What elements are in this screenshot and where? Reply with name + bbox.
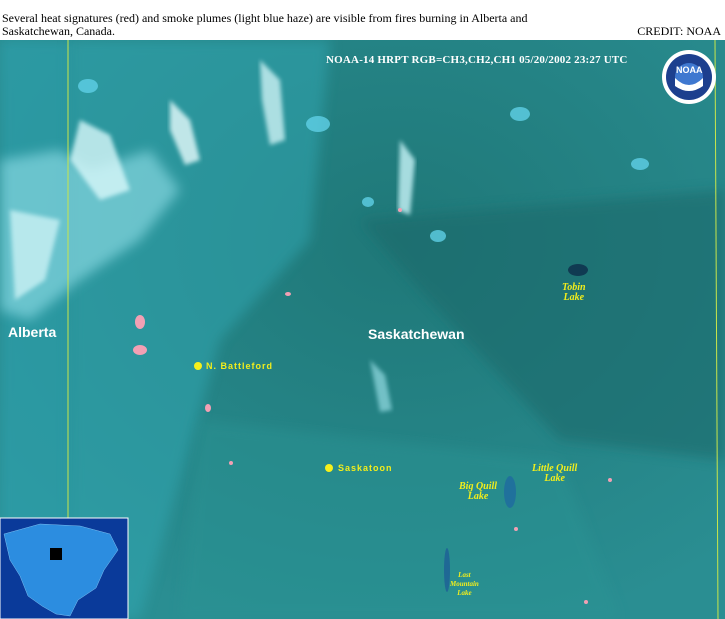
city-marker-saskatoon [325,464,333,472]
lake-label-last-mountain: Last Mountain Lake [450,571,479,597]
image-caption: Several heat signatures (red) and smoke … [2,11,528,38]
image-header: NOAA-14 HRPT RGB=CH3,CH2,CH1 05/20/2002 … [326,54,628,66]
lake-label-tobin: Tobin Lake [562,282,586,303]
noaa-logo-text: NOAA [676,65,703,75]
province-label-alberta: Alberta [8,324,57,340]
lake-label-big-quill: Big Quill Lake [459,481,498,502]
city-label-north-battleford: N. Battleford [206,361,273,371]
lake-label-little-quill: Little Quill Lake [532,463,578,484]
image-credit: CREDIT: NOAA [637,24,721,38]
satellite-image: NOAA-14 HRPT RGB=CH3,CH2,CH1 05/20/2002 … [0,40,725,619]
satellite-imagery-art [0,40,725,619]
city-label-saskatoon: Saskatoon [338,463,393,473]
city-marker-north-battleford [194,362,202,370]
province-label-saskatchewan: Saskatchewan [368,326,465,342]
